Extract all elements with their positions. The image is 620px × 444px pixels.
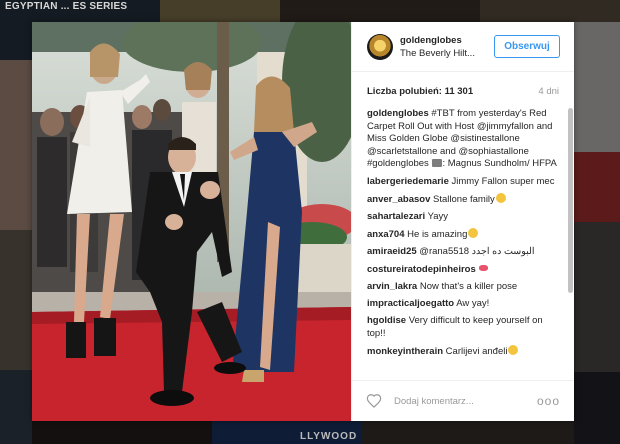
comment-text: He is amazing <box>407 229 468 241</box>
comment-username[interactable]: amiraeid25 <box>367 246 417 257</box>
post-header: goldenglobes The Beverly Hilt... Obserwu… <box>352 22 574 72</box>
list-item: impracticaljoegatto Aw yay! <box>367 298 559 311</box>
comments-scrollbar[interactable] <box>568 108 573 293</box>
list-item: monkeyintherain Carlijevi anđeli <box>367 344 559 359</box>
author-username[interactable]: goldenglobes <box>400 34 494 47</box>
list-item: costureiratodepinheiros <box>367 264 559 277</box>
comment-username[interactable]: hgoldise <box>367 315 406 326</box>
more-options-icon[interactable]: ooo <box>537 394 560 408</box>
likes-count[interactable]: Liczba polubień: 11 301 <box>367 86 473 97</box>
profile-avatar[interactable] <box>367 33 393 60</box>
post-author: goldenglobes The Beverly Hilt... <box>400 34 494 60</box>
background-caption-bottom: LLYWOOD <box>300 431 358 442</box>
background-caption: EGYPTIAN ... ES SERIES <box>5 1 128 12</box>
comment-username[interactable]: anver_abasov <box>367 194 430 205</box>
list-item: anxa704 He is amazing <box>367 228 559 242</box>
list-item: sahartalezari Yayy <box>367 211 559 224</box>
comment-text: Now that's a killer pose <box>419 280 518 292</box>
post-side-panel: goldenglobes The Beverly Hilt... Obserwu… <box>351 22 574 421</box>
comment-text: Carlijevi anđeli <box>445 345 508 357</box>
kiss-emoji-icon <box>479 264 489 271</box>
comment-username[interactable]: anxa704 <box>367 229 405 240</box>
post-age[interactable]: 4 dni <box>538 86 559 97</box>
heart-icon[interactable] <box>366 393 382 409</box>
smile-emoji-icon <box>495 192 506 203</box>
list-item: labergeriedemarie Jimmy Fallon super mec <box>367 176 559 189</box>
list-item: arvin_lakra Now that's a killer pose <box>367 281 559 294</box>
comment-username[interactable]: costureiratodepinheiros <box>367 264 476 275</box>
caption-comment: goldenglobes #TBT from yesterday's Red C… <box>367 108 559 171</box>
comment-username[interactable]: sahartalezari <box>367 211 425 222</box>
comment-bar: Dodaj komentarz... ooo <box>352 380 574 421</box>
list-item: hgoldise Very difficult to keep yourself… <box>367 315 559 340</box>
post-modal: goldenglobes The Beverly Hilt... Obserwu… <box>32 22 574 421</box>
laugh-emoji-icon <box>508 344 519 355</box>
comments-list[interactable]: goldenglobes #TBT from yesterday's Red C… <box>352 104 574 380</box>
comment-username[interactable]: impracticaljoegatto <box>367 298 454 309</box>
comment-username[interactable]: labergeriedemarie <box>367 176 449 187</box>
laugh-emoji-icon <box>468 228 479 239</box>
post-photo[interactable] <box>32 22 351 421</box>
post-location[interactable]: The Beverly Hilt... <box>400 47 494 60</box>
list-item: anver_abasov Stallone family <box>367 192 559 207</box>
follow-button[interactable]: Obserwuj <box>494 35 560 58</box>
list-item: amiraeid25 @rana5518 البوست ده اجدد <box>367 246 559 259</box>
camera-emoji-icon <box>432 159 443 168</box>
comment-text: Aw yay! <box>456 297 490 309</box>
comment-text: @rana5518 البوست ده اجدد <box>419 246 535 258</box>
red-carpet-photo <box>32 22 351 421</box>
post-stats: Liczba polubień: 11 301 4 dni <box>352 78 574 104</box>
comment-text: Yayy <box>427 210 448 222</box>
comment-text: Stallone family <box>433 193 495 205</box>
comment-username[interactable]: arvin_lakra <box>367 281 417 292</box>
comment-username[interactable]: monkeyintherain <box>367 346 443 357</box>
add-comment-input[interactable]: Dodaj komentarz... <box>394 396 537 407</box>
comment-username[interactable]: goldenglobes <box>367 108 429 119</box>
comment-text-credit: : Magnus Sundholm/ HFPA <box>442 158 557 170</box>
comment-text: Jimmy Fallon super mec <box>451 175 555 187</box>
